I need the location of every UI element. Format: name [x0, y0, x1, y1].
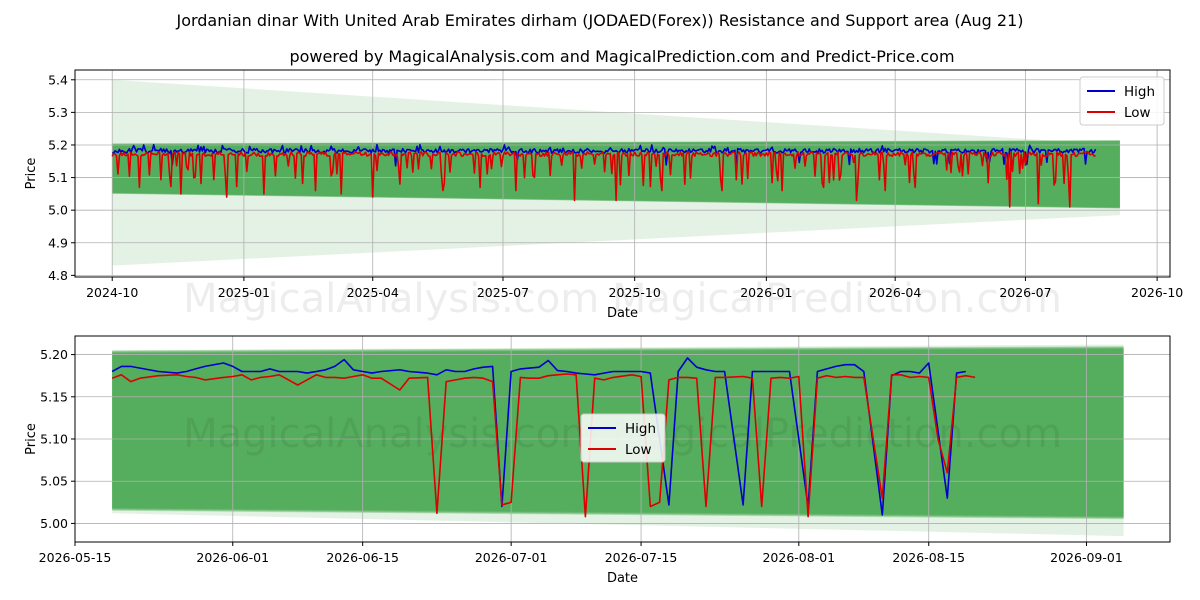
legend-label-high: High [1124, 84, 1155, 100]
y-tick-label: 5.15 [40, 389, 68, 404]
chart-title: Jordanian dinar With United Arab Emirate… [175, 11, 1023, 30]
x-axis-label: Date [607, 571, 638, 586]
legend-label-high: High [625, 421, 656, 437]
y-tick-label: 4.8 [48, 268, 68, 283]
y-axis-label: Price [24, 158, 39, 190]
x-tick-label: 2025-01 [218, 285, 270, 300]
x-axis-label: Date [607, 306, 638, 321]
x-tick-label: 2026-01 [740, 285, 792, 300]
x-tick-label: 2026-07-15 [605, 550, 678, 565]
x-tick-label: 2026-09-01 [1050, 550, 1123, 565]
x-tick-label: 2026-07 [999, 285, 1051, 300]
y-tick-label: 5.20 [40, 347, 68, 362]
x-tick-label: 2026-08-15 [892, 550, 965, 565]
x-tick-label: 2025-10 [609, 285, 661, 300]
chart-canvas: Jordanian dinar With United Arab Emirate… [24, 11, 1183, 586]
y-tick-label: 4.9 [48, 235, 68, 250]
x-tick-label: 2026-05-15 [39, 550, 112, 565]
y-tick-label: 5.1 [48, 170, 68, 185]
x-tick-label: 2026-07-01 [475, 550, 548, 565]
y-tick-label: 5.3 [48, 105, 68, 120]
bottom-panel: MagicalAnalysis.com MagicalPrediction.co… [24, 335, 1171, 586]
y-tick-label: 5.4 [48, 72, 68, 87]
y-tick-label: 5.2 [48, 137, 68, 152]
x-tick-label: 2026-08-01 [762, 550, 835, 565]
legend: High Low [1079, 76, 1165, 126]
y-axis-label: Price [24, 423, 39, 455]
chart-figure: Jordanian dinar With United Arab Emirate… [0, 0, 1200, 600]
y-tick-label: 5.05 [40, 474, 68, 489]
x-tick-label: 2026-06-01 [196, 550, 269, 565]
chart-subtitle: powered by MagicalAnalysis.com and Magic… [289, 47, 954, 66]
x-tick-label: 2025-04 [347, 285, 399, 300]
top-panel: MagicalAnalysis.com MagicalPrediction.co… [24, 69, 1183, 322]
legend-label-low: Low [625, 442, 652, 458]
x-tick-label: 2026-06-15 [326, 550, 399, 565]
legend: High Low [580, 413, 666, 463]
y-tick-label: 5.0 [48, 203, 68, 218]
x-tick-label: 2025-07 [477, 285, 529, 300]
y-tick-label: 5.10 [40, 432, 68, 447]
x-tick-label: 2026-04 [869, 285, 921, 300]
y-tick-label: 5.00 [40, 516, 68, 531]
x-tick-label: 2024-10 [86, 285, 138, 300]
legend-label-low: Low [1124, 105, 1151, 121]
x-tick-label: 2026-10 [1131, 285, 1183, 300]
